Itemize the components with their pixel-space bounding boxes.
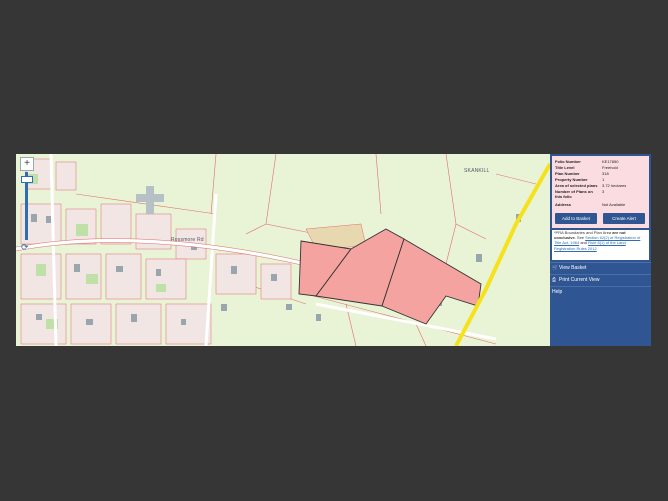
- print-view-link[interactable]: ⎙ Print Current View: [552, 277, 599, 283]
- place-label-skankill: SKANKILL: [464, 168, 490, 174]
- folio-panel: Folio Number KE17850 Title Level Freehold …: [550, 154, 651, 346]
- disclaimer-note: *PRA Boundaries and Plan Area are not co…: [552, 230, 649, 260]
- create-alert-button[interactable]: Create Alert: [603, 213, 645, 224]
- add-to-basket-button[interactable]: Add to Basket: [555, 213, 597, 224]
- place-label-road: Rossmore Rd: [171, 237, 204, 243]
- map-viewer[interactable]: + ⟳ SKANKILL Rossmore Rd: [16, 154, 550, 346]
- zoom-in-button[interactable]: +: [20, 157, 34, 171]
- help-link[interactable]: Help: [552, 289, 562, 295]
- map-canvas[interactable]: [16, 154, 550, 346]
- folio-info-box: Folio Number KE17850 Title Level Freehold …: [552, 156, 649, 228]
- basket-icon: 🛒: [552, 265, 559, 271]
- view-basket-link[interactable]: 🛒View Basket: [552, 265, 586, 271]
- refresh-icon[interactable]: ⟳: [21, 242, 29, 253]
- printer-icon: ⎙: [552, 277, 557, 283]
- zoom-slider-handle[interactable]: [21, 176, 33, 183]
